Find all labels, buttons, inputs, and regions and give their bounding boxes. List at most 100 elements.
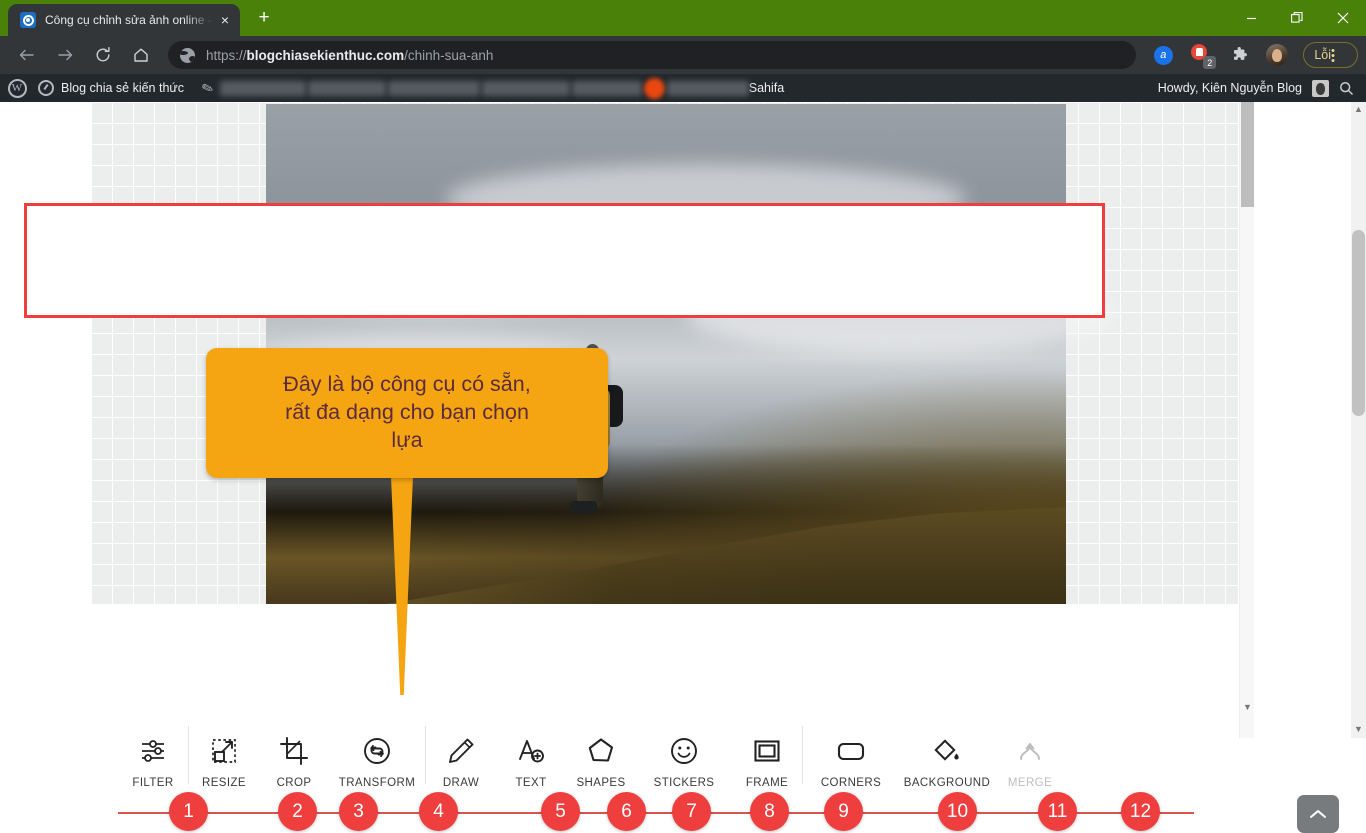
toolbar-group-geometry: RESIZE CROP TRANSFORM (189, 707, 425, 802)
howdy-label[interactable]: Howdy, Kiên Nguyễn Blog (1158, 81, 1302, 95)
obscured-badge (643, 77, 665, 99)
notification-count: 2 (1203, 56, 1217, 69)
callout-line-3: lựa (391, 427, 423, 452)
page-viewport: Đây là bộ công cụ có sẵn, rất đa dạng ch… (0, 102, 1366, 833)
obscured-item[interactable] (481, 80, 570, 96)
resize-arrow-icon (209, 734, 239, 768)
step-badge-1: 1 (169, 792, 208, 831)
reload-icon[interactable] (89, 41, 117, 69)
home-icon[interactable] (127, 41, 155, 69)
close-window-icon[interactable] (1320, 2, 1366, 34)
obscured-item[interactable] (571, 80, 642, 96)
obscured-item[interactable] (219, 80, 306, 96)
editor-scrollbar-thumb[interactable] (1241, 102, 1254, 207)
forward-icon[interactable] (51, 41, 79, 69)
tool-stickers[interactable]: STICKERS (636, 707, 732, 802)
browser-tab[interactable]: Công cụ chỉnh sửa ảnh online - E × (8, 4, 240, 36)
toolbar-panel (91, 605, 1238, 721)
editor-scrollbar[interactable]: ▼ (1239, 102, 1254, 738)
obscured-item[interactable] (666, 80, 749, 96)
merge-arrow-icon (1015, 734, 1045, 768)
tool-corners[interactable]: CORNERS (803, 707, 899, 802)
sliders-icon (138, 734, 168, 768)
minimize-icon[interactable] (1228, 2, 1274, 34)
avatar[interactable] (1312, 79, 1329, 97)
wordpress-admin-bar: W Blog chia sẻ kiến thức ✎ Sahifa Howdy,… (0, 74, 1366, 102)
rounded-rect-icon (835, 734, 867, 768)
annotation-callout: Đây là bộ công cụ có sẵn, rất đa dạng ch… (206, 348, 608, 478)
paint-drop-icon (931, 734, 963, 768)
chevron-down-icon[interactable]: ▼ (1351, 724, 1366, 734)
maximize-restore-icon[interactable] (1274, 2, 1320, 34)
left-gutter (0, 102, 91, 738)
tool-label: TEXT (515, 777, 547, 789)
step-badge-5: 5 (541, 792, 580, 831)
obscured-item[interactable] (307, 80, 386, 96)
wordpress-logo-letter: W (7, 78, 27, 98)
step-badge-10: 10 (938, 792, 977, 831)
customize-brush-icon[interactable]: ✎ (199, 78, 216, 98)
globe-icon (180, 47, 195, 63)
url-text: https://blogchiasekienthuc.com/chinh-sua… (206, 48, 493, 63)
step-badge-11: 11 (1038, 792, 1077, 831)
admin-bar-item-sahifa[interactable]: Sahifa (749, 81, 784, 95)
tool-transform[interactable]: TRANSFORM (329, 707, 425, 802)
tool-draw[interactable]: DRAW (426, 707, 496, 802)
tool-resize[interactable]: RESIZE (189, 707, 259, 802)
tool-background[interactable]: BACKGROUND (899, 707, 995, 802)
window-controls (1228, 0, 1366, 36)
page-scrollbar[interactable]: ▲ ▼ (1351, 102, 1366, 738)
page-scrollbar-thumb[interactable] (1352, 230, 1365, 416)
admin-bar-obscured-items (219, 77, 749, 99)
rotate-refresh-icon (361, 734, 393, 768)
site-name-label: Blog chia sẻ kiến thức (61, 81, 185, 95)
crop-icon (279, 734, 309, 768)
tool-label: SHAPES (576, 777, 626, 789)
step-badge-2: 2 (278, 792, 317, 831)
tool-frame[interactable]: FRAME (732, 707, 802, 802)
url-path: /chinh-sua-anh (404, 47, 494, 63)
hillside-highlight (266, 507, 1066, 604)
kebab-menu-icon[interactable] (1331, 48, 1353, 63)
admin-bar-site-name[interactable]: Blog chia sẻ kiến thức (34, 80, 196, 96)
address-bar[interactable]: https://blogchiasekienthuc.com/chinh-sua… (168, 41, 1137, 69)
tool-label: FILTER (132, 777, 174, 789)
tool-label: RESIZE (202, 777, 246, 789)
back-to-top-button[interactable] (1297, 795, 1339, 833)
avatar[interactable] (1263, 41, 1291, 69)
browser-nav-bar: https://blogchiasekienthuc.com/chinh-sua… (0, 36, 1366, 74)
photo-editor-icon (20, 12, 36, 28)
profile-status-pill[interactable]: Lỗi (1303, 42, 1358, 68)
tool-filter[interactable]: FILTER (118, 707, 188, 802)
pentagon-icon (586, 734, 616, 768)
frame-icon (752, 734, 782, 768)
callout-line-2: rất đa dạng cho bạn chọn (285, 400, 529, 425)
chevron-down-icon[interactable]: ▼ (1240, 702, 1255, 712)
step-badge-12: 12 (1121, 792, 1160, 831)
tool-label: FRAME (745, 777, 789, 789)
browser-title-bar: Công cụ chỉnh sửa ảnh online - E × + (0, 0, 1366, 36)
adblock-label: a (1153, 45, 1173, 65)
url-scheme: https:// (206, 47, 247, 63)
tool-merge[interactable]: MERGE (995, 707, 1065, 802)
pencil-icon (446, 734, 476, 768)
tab-strip: Công cụ chỉnh sửa ảnh online - E × + (0, 0, 278, 36)
notifications-icon[interactable]: 2 (1187, 41, 1217, 69)
chevron-up-icon[interactable]: ▲ (1351, 104, 1366, 114)
tool-label: TRANSFORM (338, 777, 416, 789)
obscured-item[interactable] (387, 80, 480, 96)
close-icon[interactable]: × (216, 11, 234, 29)
tool-shapes[interactable]: SHAPES (566, 707, 636, 802)
wordpress-logo-icon[interactable]: W (0, 78, 34, 98)
step-badge-6: 6 (607, 792, 646, 831)
back-icon[interactable] (13, 41, 41, 69)
puzzle-icon[interactable] (1225, 41, 1253, 69)
search-icon[interactable] (1339, 81, 1354, 96)
tool-text[interactable]: TEXT (496, 707, 566, 802)
adblock-icon[interactable]: a (1149, 41, 1177, 69)
new-tab-button[interactable]: + (250, 5, 278, 33)
tab-title: Công cụ chỉnh sửa ảnh online - E (45, 13, 214, 27)
admin-bar-right: Howdy, Kiên Nguyễn Blog (1158, 79, 1366, 97)
chevron-up-icon (1310, 810, 1326, 818)
tool-crop[interactable]: CROP (259, 707, 329, 802)
